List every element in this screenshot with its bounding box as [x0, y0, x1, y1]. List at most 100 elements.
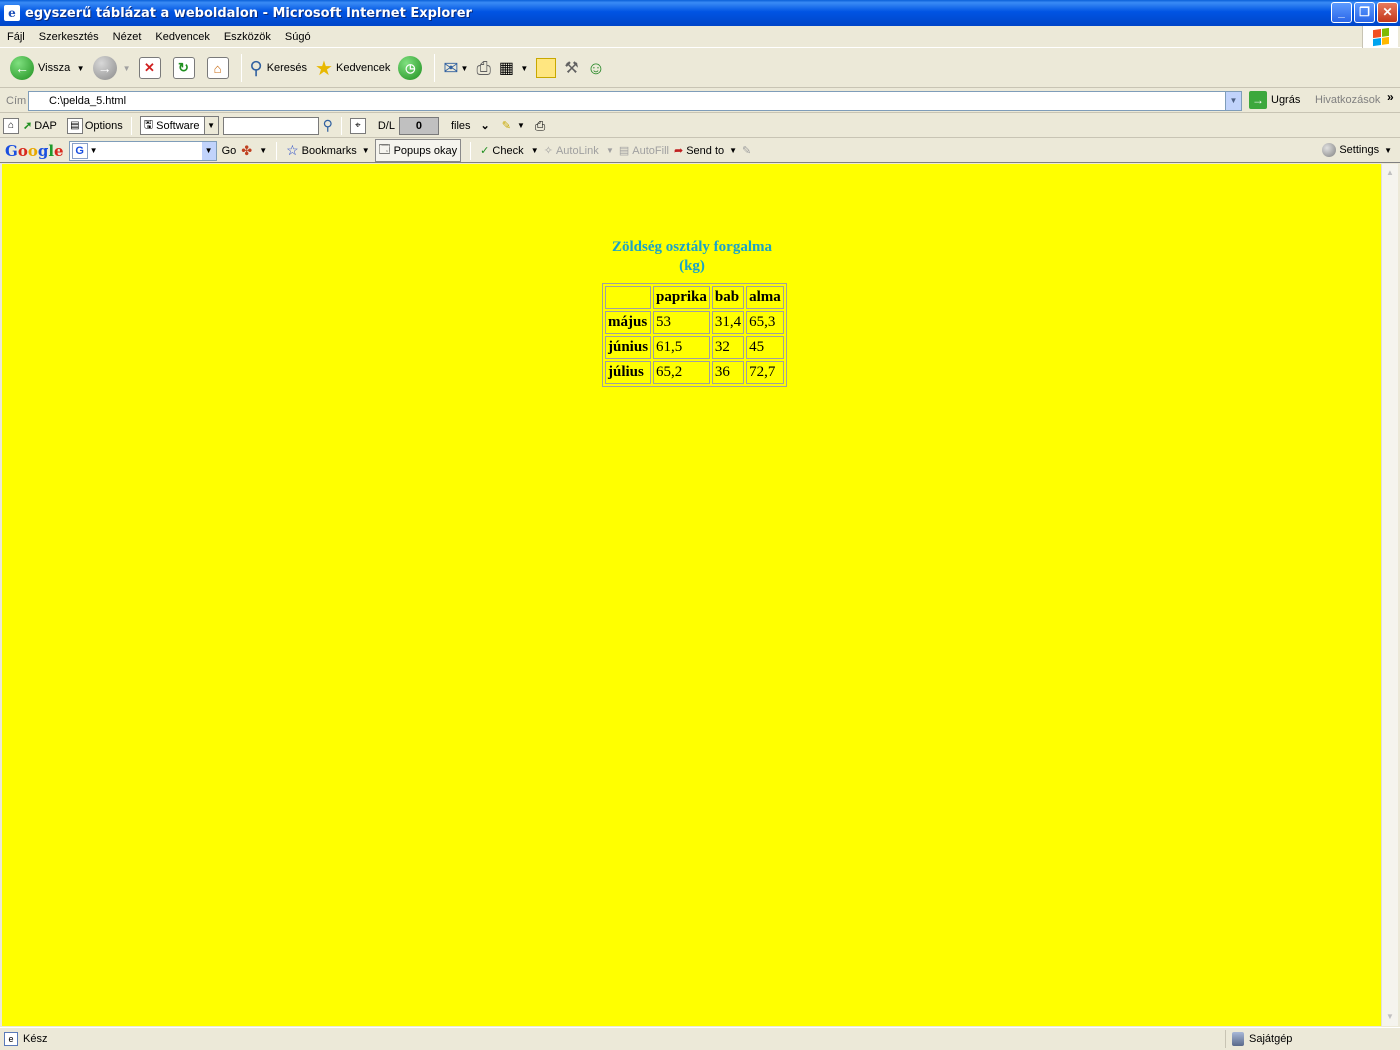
dl-counter: 0 — [398, 116, 439, 135]
dl-label: D/L — [377, 119, 395, 132]
autolink-icon: ✧ — [543, 145, 553, 157]
crosshair-icon[interactable]: ⌖ — [349, 117, 366, 134]
sendto-button[interactable]: ➦ Send to ▼ — [673, 144, 738, 158]
sales-table: paprika bab alma május 53 31,4 65,3 júni… — [602, 283, 787, 387]
table-row: június 61,5 32 45 — [605, 336, 784, 359]
mail-button[interactable]: ✉ ▼ — [439, 52, 472, 84]
puzzle-icon[interactable]: ✤ — [241, 143, 252, 159]
toolbar-separator — [470, 141, 472, 160]
dap-button[interactable]: ➚ DAP — [23, 119, 57, 133]
google-logo[interactable]: Google — [5, 142, 64, 160]
print-button[interactable]: ⎙ — [472, 52, 494, 84]
autofill-label: AutoFill — [632, 144, 669, 157]
go-label: Ugrás — [1271, 94, 1301, 106]
vertical-scrollbar[interactable]: ▲ ▼ — [1381, 164, 1398, 1026]
history-button[interactable]: ◷ — [394, 52, 430, 84]
tools-button[interactable]: ⚒ — [560, 52, 582, 84]
page-heading-line2: (kg) — [679, 258, 705, 274]
menu-file[interactable]: Fájl — [0, 31, 32, 43]
mail-dropdown-icon[interactable]: ▼ — [461, 64, 469, 73]
address-url: C:\pelda_5.html — [49, 95, 127, 107]
table-cell: 72,7 — [746, 361, 784, 384]
scroll-down-icon[interactable]: ▼ — [1382, 1009, 1398, 1025]
star-icon: ☆ — [286, 142, 299, 158]
popups-label: Popups okay — [393, 144, 458, 157]
notes-button[interactable] — [532, 52, 560, 84]
restore-button[interactable]: ❐ — [1354, 2, 1375, 23]
gear-icon — [1322, 143, 1337, 157]
settings-button[interactable]: Settings ▼ — [1322, 143, 1392, 157]
search-button[interactable]: ⚲ Keresés — [246, 52, 312, 84]
address-dropdown-icon[interactable]: ▼ — [1225, 92, 1241, 110]
back-label: Vissza — [38, 62, 71, 74]
search-label: Keresés — [266, 62, 308, 74]
google-search-dropdown-icon[interactable]: ▼ — [201, 141, 216, 160]
refresh-button[interactable]: ↻ — [169, 52, 203, 84]
autolink-dropdown-icon[interactable]: ▼ — [604, 146, 614, 155]
download-search-input[interactable] — [222, 116, 319, 135]
computer-icon — [1232, 1032, 1244, 1046]
menu-tools[interactable]: Eszközök — [217, 31, 278, 43]
puzzle-dropdown-icon[interactable]: ▼ — [259, 146, 267, 155]
options-button[interactable]: ▤ Options — [66, 117, 123, 134]
highlighter-dropdown-icon[interactable]: ▼ — [517, 121, 525, 130]
edit-dropdown-icon[interactable]: ▼ — [516, 64, 528, 73]
check-label: Check — [492, 144, 524, 157]
forward-button[interactable]: → ▼ — [89, 52, 135, 84]
autofill-button[interactable]: ▤ AutoFill — [619, 144, 669, 158]
history-icon: ◷ — [398, 56, 423, 80]
autolink-button[interactable]: ✧ AutoLink ▼ — [543, 144, 614, 158]
category-dropdown-icon[interactable]: ▼ — [203, 117, 218, 134]
messenger-icon: ☺ — [586, 57, 606, 78]
menu-favorites[interactable]: Kedvencek — [148, 31, 216, 43]
highlighter-icon[interactable]: ✎ — [502, 119, 511, 132]
refresh-icon: ↻ — [172, 57, 195, 79]
sendto-dropdown-icon: ▼ — [729, 146, 738, 155]
table-cell: 61,5 — [653, 336, 710, 359]
messenger-button[interactable]: ☺ — [583, 52, 609, 84]
check-dropdown-icon[interactable]: ▼ — [529, 146, 539, 155]
security-zone: Sajátgép — [1225, 1030, 1292, 1048]
minimize-button[interactable]: _ — [1331, 2, 1352, 23]
forward-dropdown-icon[interactable]: ▼ — [123, 64, 131, 73]
stop-button[interactable]: ✕ — [135, 52, 169, 84]
chevron-down-icon[interactable]: ⌄ — [481, 119, 490, 132]
row-header: május — [605, 311, 652, 334]
home-icon[interactable]: ⌂ — [3, 117, 19, 134]
address-input[interactable]: C:\pelda_5.html ▼ — [28, 91, 1242, 111]
options-icon: ▤ — [66, 117, 83, 134]
go-button[interactable]: → Ugrás — [1249, 91, 1300, 109]
google-search-input[interactable]: G ▼ ▼ — [68, 140, 217, 161]
favorites-button[interactable]: ★ Kedvencek — [311, 52, 394, 84]
spellcheck-button[interactable]: ✓ Check ▼ — [480, 144, 539, 158]
highlighter-icon[interactable]: ✎ — [742, 144, 751, 157]
address-bar: Cím C:\pelda_5.html ▼ → Ugrás Hivatkozás… — [0, 89, 1400, 113]
links-chevron-icon[interactable]: » — [1387, 90, 1394, 104]
menu-view[interactable]: Nézet — [106, 31, 149, 43]
home-button[interactable]: ⌂ — [203, 52, 237, 84]
popups-button[interactable]: 🗔 Popups okay — [374, 139, 462, 162]
google-go-button[interactable]: Go — [222, 145, 237, 157]
category-select[interactable]: 🖫 Software ▼ — [139, 116, 219, 135]
edit-icon: ▦ — [498, 60, 514, 77]
edit-button[interactable]: ▦ ▼ — [495, 52, 533, 84]
scroll-up-icon[interactable]: ▲ — [1382, 165, 1398, 181]
back-dropdown-icon[interactable]: ▼ — [72, 64, 85, 73]
spellcheck-icon: ✓ — [480, 145, 490, 157]
home-icon: ⌂ — [206, 57, 229, 79]
table-corner-cell — [605, 286, 652, 309]
links-button[interactable]: Hivatkozások — [1315, 94, 1380, 106]
menu-help[interactable]: Súgó — [278, 31, 318, 43]
printer-icon[interactable]: ⎙ — [535, 118, 545, 134]
dap-label: DAP — [34, 119, 57, 132]
category-label: Software — [156, 119, 200, 132]
menu-edit[interactable]: Szerkesztés — [32, 31, 106, 43]
google-go-label: Go — [221, 144, 237, 157]
back-button[interactable]: ← Vissza ▼ — [6, 52, 89, 84]
sendto-icon: ➦ — [673, 145, 684, 157]
close-button[interactable]: ✕ — [1377, 2, 1398, 23]
search-icon[interactable]: ⚲ — [323, 117, 333, 134]
table-header: alma — [746, 286, 784, 309]
bookmarks-button[interactable]: ☆ Bookmarks ▼ — [286, 142, 370, 159]
google-engine-dropdown-icon[interactable]: ▼ — [90, 146, 98, 155]
